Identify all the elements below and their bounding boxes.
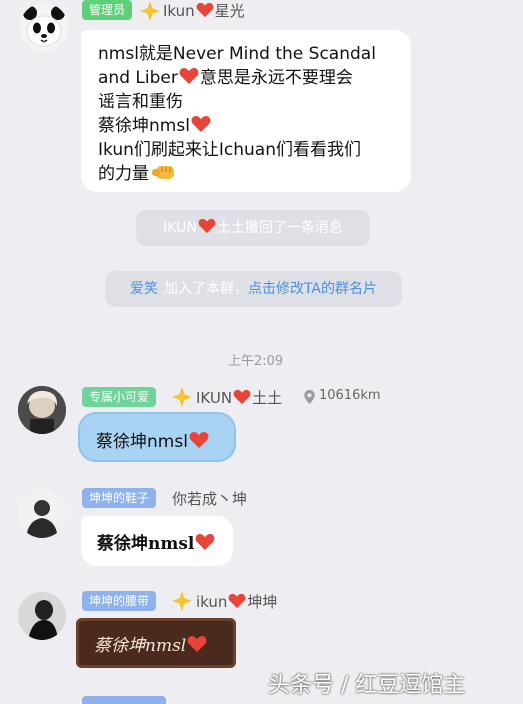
role-tag-admin: 管理员 bbox=[82, 0, 133, 20]
sender-name[interactable]: ikun 坤坤 bbox=[196, 591, 277, 612]
join-notice: 爱笑 加入了本群，点击修改TA的群名片 bbox=[105, 271, 402, 307]
panda-avatar[interactable] bbox=[20, 3, 68, 51]
sparkle-star-icon bbox=[172, 591, 192, 611]
message-line: 蔡徐坤nmsl bbox=[98, 114, 376, 138]
message-line-part: 的力量 bbox=[98, 164, 149, 184]
title-tag: 坤坤的腰带 bbox=[82, 591, 157, 611]
message-line: 谣言和重伤 bbox=[98, 92, 183, 112]
heart-icon bbox=[233, 389, 251, 405]
message-line-part: 意思是永远不要理会 bbox=[199, 68, 353, 88]
heart-icon bbox=[229, 593, 246, 609]
sparkle-star-icon bbox=[140, 1, 160, 21]
sender-suffix: 土土 bbox=[252, 389, 283, 407]
fist-emoji-icon bbox=[152, 166, 174, 179]
sender-prefix: IKUN bbox=[196, 389, 233, 407]
message-text: 蔡徐坤nmsl bbox=[97, 529, 216, 554]
sender-suffix: 坤坤 bbox=[247, 593, 278, 611]
sparkle-star-icon bbox=[172, 387, 192, 407]
title-tag: 坤坤的鞋子 bbox=[82, 488, 157, 508]
message-text-part: 蔡徐坤nmsl bbox=[96, 432, 188, 452]
user-avatar[interactable] bbox=[18, 592, 66, 640]
user-avatar[interactable] bbox=[18, 386, 66, 434]
heart-icon bbox=[187, 636, 207, 652]
recall-notice: IKUN 土土撤回了一条消息 bbox=[136, 210, 370, 246]
location-pin-icon bbox=[304, 390, 315, 404]
message-text: 蔡徐坤nmsl bbox=[94, 631, 208, 656]
message-text: 蔡徐坤nmsl bbox=[96, 427, 210, 452]
message-line: nmsl就是Never Mind the Scandal bbox=[98, 44, 376, 64]
user-avatar[interactable] bbox=[18, 490, 66, 538]
join-name-link[interactable]: 爱笑 bbox=[130, 281, 158, 297]
message-bubble[interactable]: 蔡徐坤nmsl bbox=[81, 516, 233, 566]
message-line: Ikun们刷起来让Ichuan们看看我们 bbox=[98, 140, 361, 160]
timestamp: 上午2:09 bbox=[228, 354, 284, 369]
watermark: 头条号 / 红豆逗馆主 bbox=[268, 673, 466, 698]
sender-name[interactable]: 你若成丶坤 bbox=[172, 488, 247, 509]
edit-card-link[interactable]: 点击修改TA的群名片 bbox=[248, 281, 377, 297]
message-line-part: and Liber bbox=[98, 68, 178, 88]
heart-icon bbox=[195, 534, 215, 550]
title-tag: 专属小可爱 bbox=[82, 387, 157, 407]
message-line: 的力量 bbox=[98, 162, 376, 186]
sender-name[interactable]: IKUN 土土 bbox=[196, 387, 282, 408]
message-bubble-brown[interactable]: 蔡徐坤nmsl bbox=[76, 618, 236, 668]
message-text-part: 蔡徐坤nmsl bbox=[94, 636, 187, 656]
sender-suffix: 星光 bbox=[214, 2, 245, 20]
heart-icon bbox=[189, 432, 209, 448]
message-bubble[interactable]: nmsl就是Never Mind the Scandal and Liber 意思… bbox=[81, 30, 411, 192]
heart-icon bbox=[191, 116, 211, 132]
recall-prefix: IKUN bbox=[163, 220, 197, 236]
message-bubble-blue[interactable]: 蔡徐坤nmsl bbox=[78, 412, 236, 462]
location-distance: 10616km bbox=[319, 388, 381, 403]
recall-text: 土土撤回了一条消息 bbox=[216, 220, 343, 236]
sender-name[interactable]: Ikun 星光 bbox=[163, 0, 245, 21]
sender-prefix: Ikun bbox=[163, 2, 195, 20]
message-text-part: 蔡徐坤nmsl bbox=[97, 534, 195, 554]
partial-next-tag bbox=[82, 696, 166, 704]
join-text: 加入了本群， bbox=[163, 281, 248, 297]
sender-prefix: ikun bbox=[196, 593, 228, 611]
message-text: nmsl就是Never Mind the Scandal and Liber 意思… bbox=[98, 42, 376, 186]
heart-icon bbox=[196, 2, 214, 18]
heart-icon bbox=[179, 68, 199, 84]
message-line: and Liber 意思是永远不要理会 bbox=[98, 66, 376, 90]
message-line-part: 蔡徐坤nmsl bbox=[98, 116, 190, 136]
heart-icon bbox=[198, 218, 216, 234]
